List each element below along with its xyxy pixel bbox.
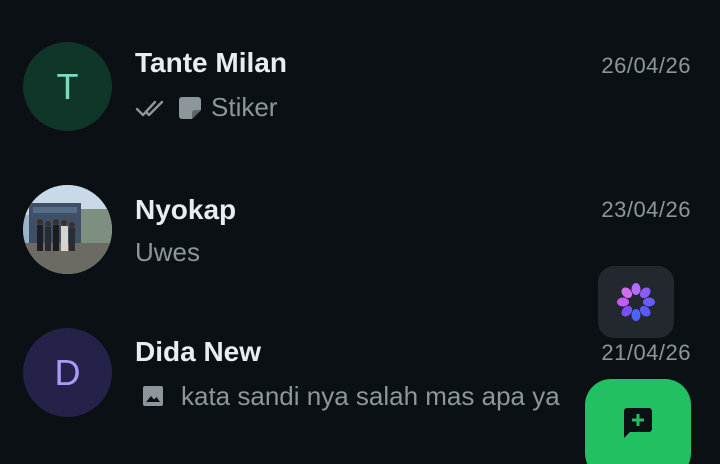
chat-preview: kata sandi nya salah mas apa ya	[135, 381, 560, 412]
chat-name: Nyokap	[135, 194, 237, 225]
chat-list: T Tante Milan 26/04/26 Stiker Nyokap 23/…	[0, 0, 720, 464]
avatar[interactable]: T	[23, 42, 112, 131]
avatar-letter: D	[54, 351, 81, 393]
new-chat-button[interactable]	[585, 379, 691, 464]
sticker-icon	[177, 95, 203, 121]
meta-ai-icon	[614, 280, 658, 324]
avatar-letter: T	[56, 65, 79, 107]
image-icon	[141, 384, 167, 410]
chat-preview: Stiker	[135, 92, 277, 123]
double-check-icon	[135, 95, 169, 121]
chat-row-tante-milan[interactable]: T Tante Milan 26/04/26 Stiker	[0, 16, 720, 156]
new-chat-icon	[620, 405, 656, 441]
chat-preview-text: kata sandi nya salah mas apa ya	[181, 381, 560, 411]
chat-date: 23/04/26	[601, 197, 691, 222]
chat-date: 21/04/26	[601, 340, 691, 365]
chat-name: Dida New	[135, 336, 262, 367]
chat-preview-text: Stiker	[211, 92, 278, 122]
chat-date: 26/04/26	[601, 53, 691, 78]
chat-preview: Uwes	[135, 237, 200, 268]
chat-preview-text: Uwes	[135, 237, 201, 267]
meta-ai-button[interactable]	[598, 266, 674, 338]
photo-avatar[interactable]	[23, 185, 112, 274]
avatar[interactable]: D	[23, 328, 112, 417]
chat-name: Tante Milan	[135, 47, 287, 78]
